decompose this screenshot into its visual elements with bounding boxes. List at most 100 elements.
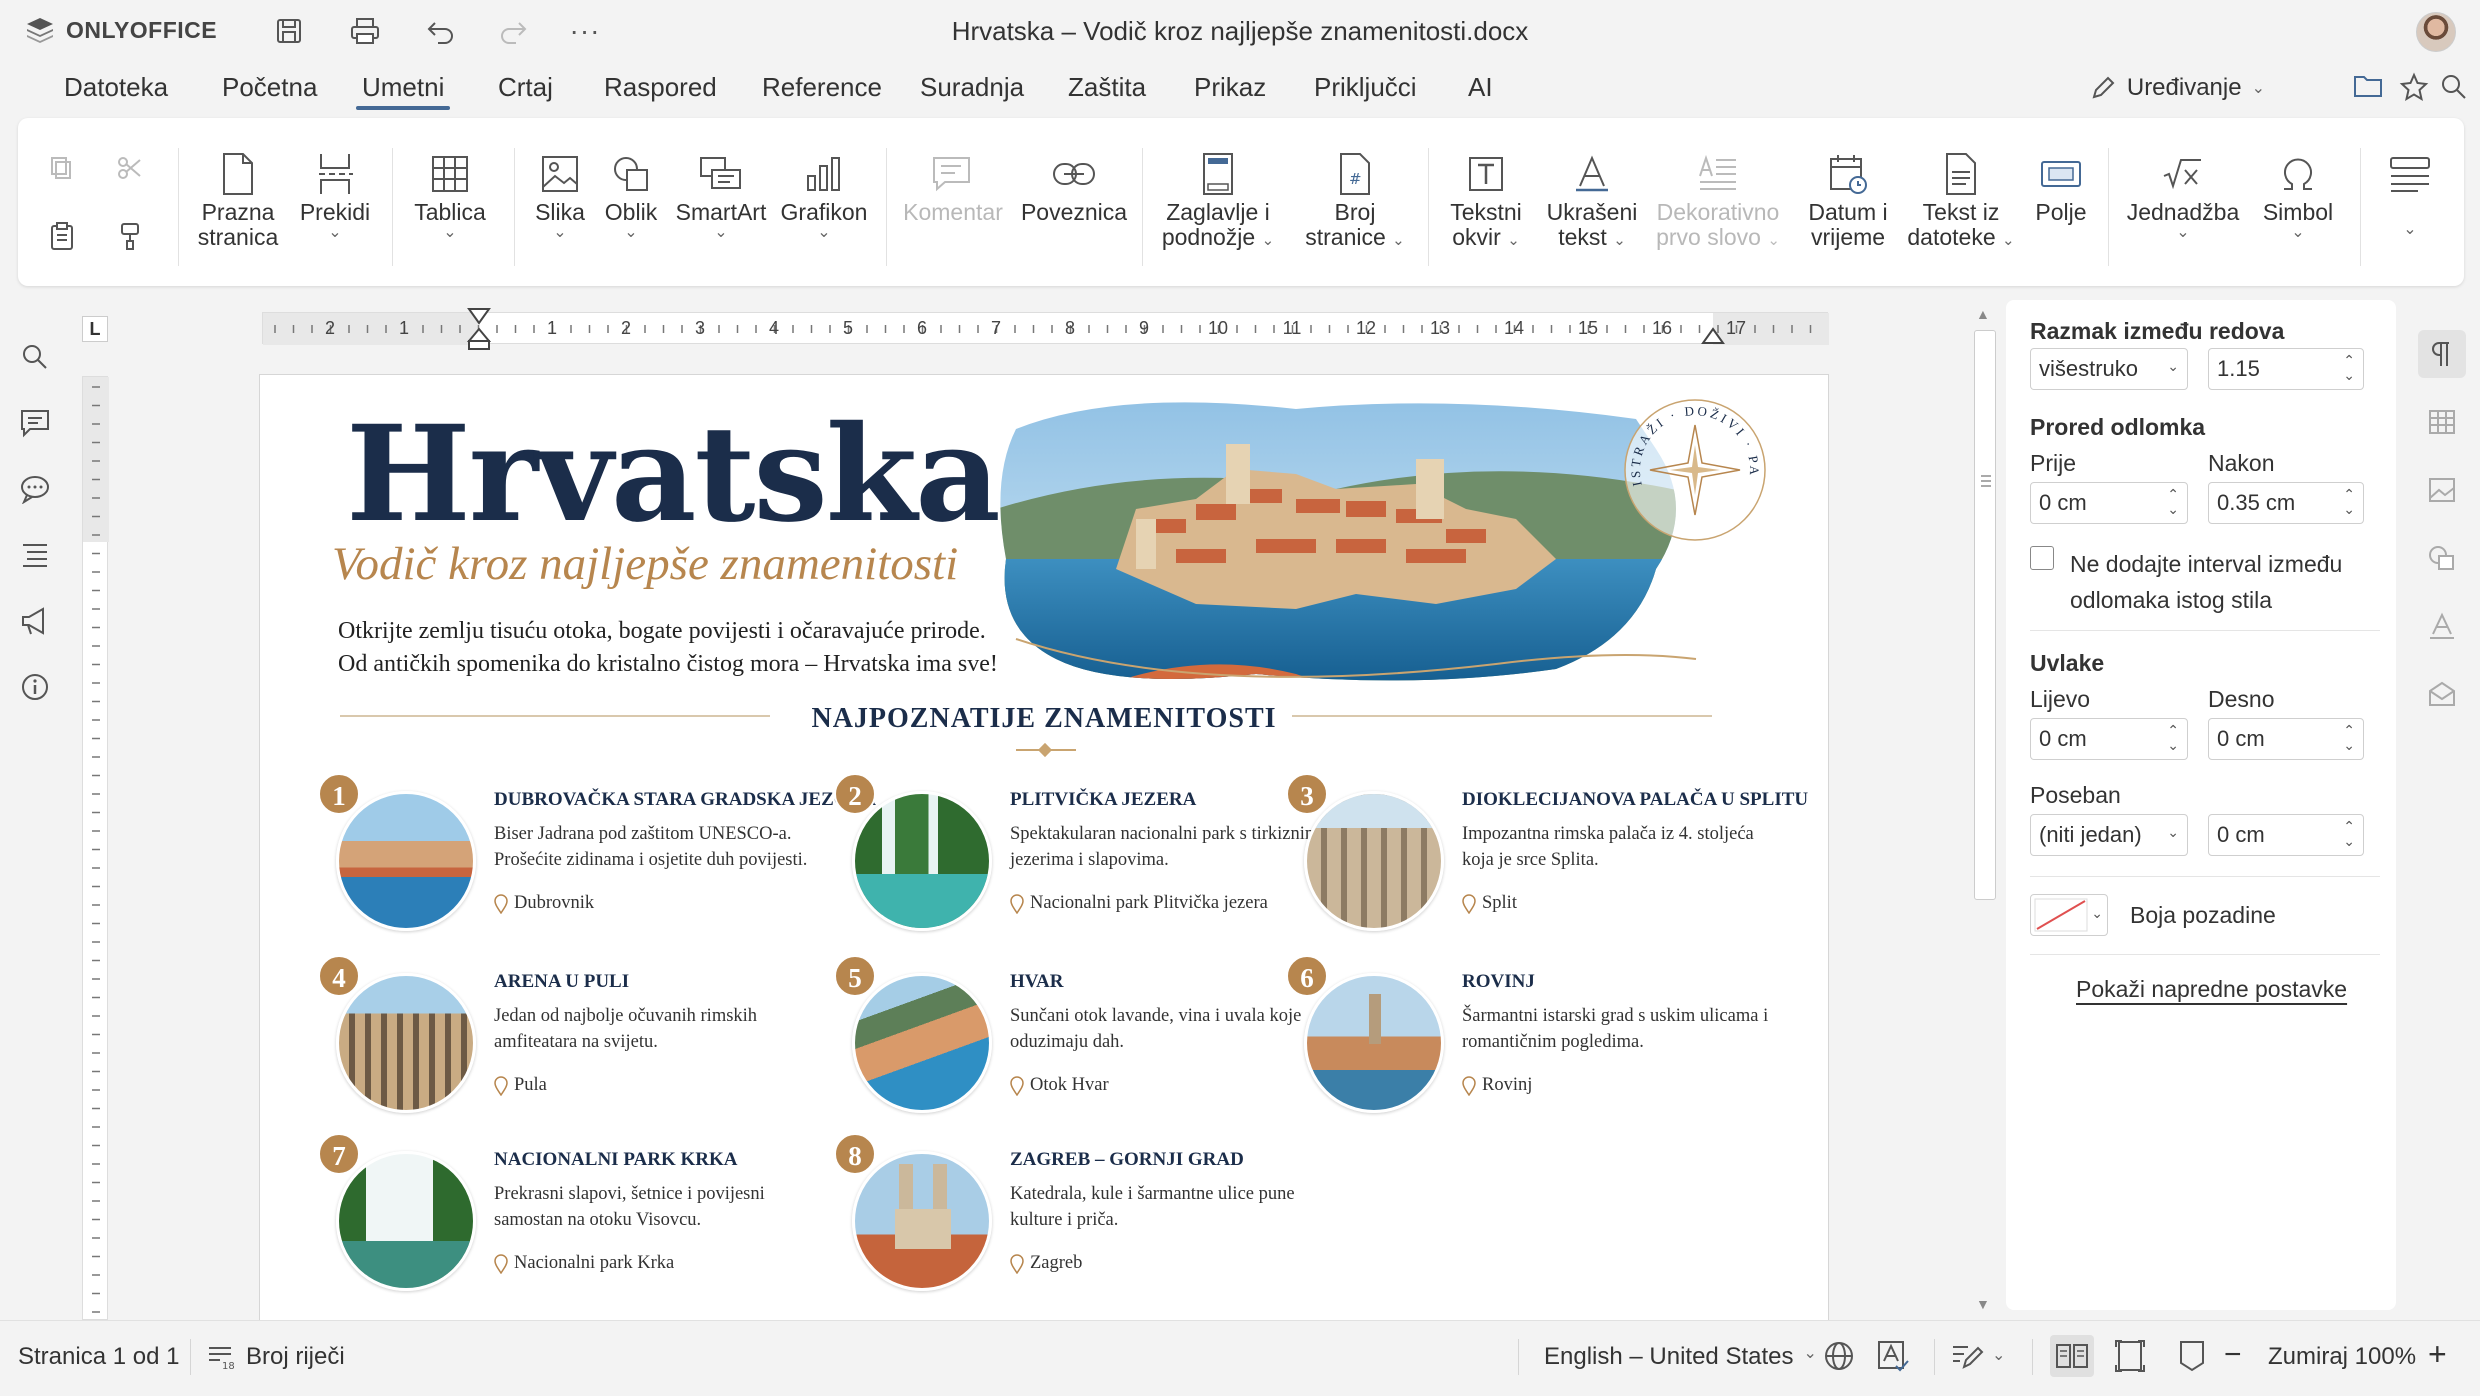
equation-button[interactable]: Jednadžba ⌄ [2118, 148, 2248, 241]
landmark-card[interactable]: 8 ZAGREB – GORNJI GRAD Katedrala, kule i… [834, 1133, 1334, 1303]
show-advanced-settings-link[interactable]: Pokaži napredne postavke [2076, 976, 2347, 1003]
date-time-button[interactable]: Datum i vrijeme [1798, 148, 1898, 250]
zoom-in-icon[interactable]: + [2428, 1338, 2447, 1370]
search-icon[interactable] [14, 336, 56, 378]
copy-icon[interactable] [42, 148, 82, 188]
mail-merge-icon[interactable] [2418, 670, 2466, 718]
folder-icon[interactable] [2348, 72, 2388, 108]
document-scrollbar[interactable]: ▲ ▼ [1972, 300, 1998, 1320]
tab-stop-selector[interactable]: L [82, 316, 108, 342]
dont-add-interval-checkbox[interactable] [2030, 546, 2054, 570]
stepper-icon[interactable]: ⌃ ⌄ [2167, 487, 2179, 517]
scroll-down-icon[interactable]: ▼ [1976, 1296, 1990, 1312]
text-art-button[interactable]: Ukrašeni tekst ⌄ [1542, 148, 1642, 253]
navigation-icon[interactable] [14, 534, 56, 576]
zoom-level[interactable]: Zumiraj 100% [2268, 1343, 2416, 1371]
tab-suradnja[interactable]: Suradnja [914, 70, 1030, 110]
undo-icon[interactable] [418, 12, 464, 50]
stepper-icon[interactable]: ⌃ ⌄ [2343, 723, 2355, 753]
table-button[interactable]: Tablica ⌄ [400, 148, 500, 241]
track-changes-button[interactable]: ⌄ [1950, 1339, 2005, 1371]
stepper-icon[interactable]: ⌃ ⌄ [2343, 819, 2355, 849]
stepper-icon[interactable]: ⌃ ⌄ [2167, 723, 2179, 753]
cut-icon[interactable] [110, 148, 150, 188]
spacing-before-input[interactable]: 0 cm ⌃ ⌄ [2030, 482, 2188, 524]
paste-icon[interactable] [42, 216, 82, 256]
globe-icon[interactable] [1822, 1339, 1856, 1380]
more-icon[interactable]: ··· [562, 12, 608, 50]
stepper-icon[interactable]: ⌃ ⌄ [2343, 487, 2355, 517]
line-spacing-type-select[interactable]: višestruko ⌄ [2030, 348, 2188, 390]
print-icon[interactable] [342, 12, 388, 50]
blank-page-button[interactable]: Prazna stranica [188, 148, 288, 250]
table-settings-icon[interactable] [2418, 398, 2466, 446]
text-art-settings-icon[interactable] [2418, 602, 2466, 650]
scrollbar-thumb[interactable] [1974, 330, 1996, 900]
info-icon[interactable] [14, 666, 56, 708]
comments-icon[interactable] [14, 402, 56, 444]
tab-umetni[interactable]: Umetni [356, 70, 451, 110]
tab-zastita[interactable]: Zaštita [1062, 70, 1152, 110]
tab-datoteka[interactable]: Datoteka [58, 70, 174, 110]
save-icon[interactable] [266, 12, 312, 50]
indent-marker-icon[interactable] [467, 307, 491, 351]
multipage-view-icon[interactable] [2050, 1335, 2094, 1377]
shape-settings-icon[interactable] [2418, 534, 2466, 582]
background-color-picker[interactable]: ⌄ [2030, 894, 2108, 936]
page-indicator[interactable]: Stranica 1 od 1 [18, 1343, 179, 1371]
field-button[interactable]: Polje [2026, 148, 2096, 225]
feedback-icon[interactable] [14, 600, 56, 642]
indent-left-input[interactable]: 0 cm ⌃ ⌄ [2030, 718, 2188, 760]
tab-prikljucci[interactable]: Priključci [1308, 70, 1423, 110]
fit-page-icon[interactable] [2114, 1339, 2146, 1380]
tab-ai[interactable]: AI [1462, 70, 1499, 110]
image-settings-icon[interactable] [2418, 466, 2466, 514]
tab-pocetna[interactable]: Početna [216, 70, 323, 110]
hyperlink-button[interactable]: Poveznica [1014, 148, 1134, 225]
landmark-card[interactable]: 2 PLITVIČKA JEZERA Spektakularan naciona… [834, 773, 1334, 943]
document-page[interactable]: Hrvatska Vodič kroz najljepše znamenitos… [260, 375, 1828, 1325]
user-avatar[interactable] [2416, 12, 2456, 52]
breaks-button[interactable]: Prekidi ⌄ [290, 148, 380, 241]
right-indent-marker-icon[interactable] [1701, 327, 1725, 347]
text-from-file-button[interactable]: Tekst iz datoteke ⌄ [1906, 148, 2016, 253]
spacing-after-input[interactable]: 0.35 cm ⌃ ⌄ [2208, 482, 2364, 524]
tab-prikaz[interactable]: Prikaz [1188, 70, 1272, 110]
special-indent-input[interactable]: 0 cm ⌃ ⌄ [2208, 814, 2364, 856]
tab-raspored[interactable]: Raspored [598, 70, 723, 110]
paragraph-settings-icon[interactable] [2418, 330, 2466, 378]
search-icon[interactable] [2434, 72, 2474, 108]
landmark-card[interactable]: 6 ROVINJ Šarmantni istarski grad s uskim… [1286, 955, 1786, 1125]
chart-button[interactable]: Grafikon ⌄ [772, 148, 876, 241]
symbol-button[interactable]: Simbol ⌄ [2248, 148, 2348, 241]
tab-crtaj[interactable]: Crtaj [492, 70, 559, 110]
redo-icon[interactable] [490, 12, 536, 50]
star-icon[interactable] [2394, 72, 2434, 108]
text-box-button[interactable]: Tekstni okvir ⌄ [1436, 148, 1536, 253]
comment-button[interactable]: Komentar [898, 148, 1008, 225]
drop-cap-button[interactable]: Dekorativno prvo slovo ⌄ [1648, 148, 1788, 253]
stepper-icon[interactable]: ⌃ ⌄ [2343, 353, 2355, 383]
special-indent-select[interactable]: (niti jedan) ⌄ [2030, 814, 2188, 856]
landmark-card[interactable]: 5 HVAR Sunčani otok lavande, vina i uval… [834, 955, 1334, 1125]
fit-width-icon[interactable] [2176, 1339, 2208, 1380]
landmark-card[interactable]: 7 NACIONALNI PARK KRKA Prekrasni slapovi… [318, 1133, 818, 1303]
landmark-card[interactable]: 1 DUBROVAČKA STARA GRADSKA JEZGRA Biser … [318, 773, 876, 943]
landmark-card[interactable]: 4 ARENA U PULI Jedan od najbolje očuvani… [318, 955, 818, 1125]
page-number-button[interactable]: # Broj stranice ⌄ [1300, 148, 1410, 253]
header-footer-button[interactable]: Zaglavlje i podnožje ⌄ [1152, 148, 1284, 253]
vertical-ruler[interactable] [82, 376, 109, 1320]
language-selector[interactable]: English – United States ⌄ [1544, 1343, 1817, 1371]
tab-reference[interactable]: Reference [756, 70, 888, 110]
landmark-card[interactable]: 3 DIOKLECIJANOVA PALAČA U SPLITU Impozan… [1286, 773, 1808, 943]
indent-right-input[interactable]: 0 cm ⌃ ⌄ [2208, 718, 2364, 760]
more-insert-button[interactable]: ⌄ [2370, 148, 2450, 238]
chat-icon[interactable] [14, 468, 56, 510]
format-painter-icon[interactable] [110, 216, 150, 256]
scroll-up-icon[interactable]: ▲ [1976, 306, 1990, 322]
horizontal-ruler[interactable]: 2 1 1 2 3 4 5 6 7 8 9 10 11 12 13 14 15 16 17 [262, 308, 1829, 350]
image-button[interactable]: Slika ⌄ [520, 148, 600, 241]
editing-mode-dropdown[interactable]: Uređivanje ⌄ [2089, 74, 2265, 102]
shape-button[interactable]: Oblik ⌄ [596, 148, 666, 241]
zoom-out-icon[interactable]: − [2224, 1340, 2242, 1370]
